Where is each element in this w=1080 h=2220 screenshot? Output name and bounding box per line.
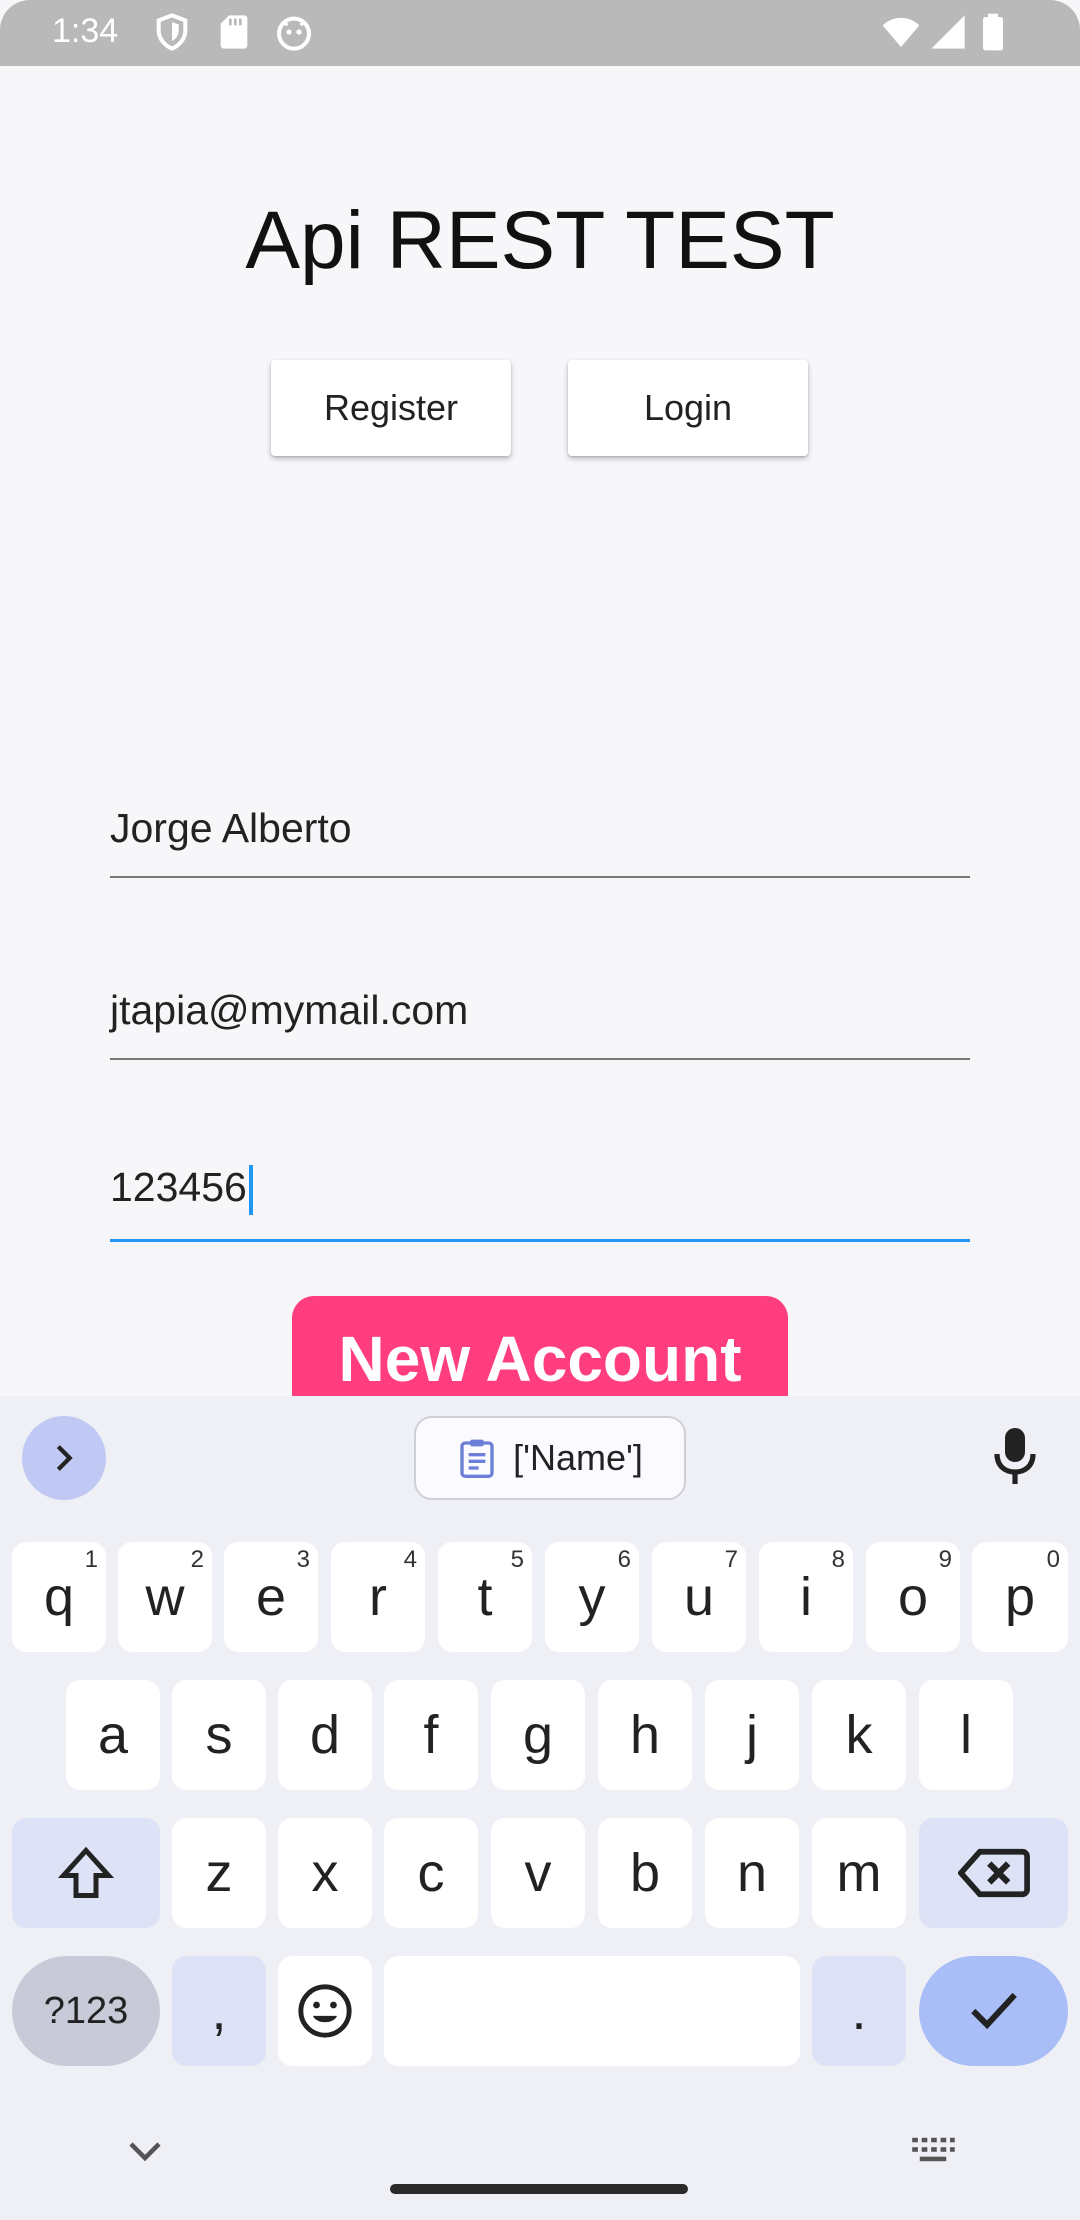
key-label: w [145,1567,185,1627]
wifi-icon [882,17,920,47]
key-hint: 0 [1046,1546,1060,1573]
key-q[interactable]: q1 [12,1542,106,1652]
key-label: r [369,1567,387,1627]
checkmark-icon [970,1992,1017,2030]
signal-icon [931,15,965,49]
name-field-value: Jorge Alberto [110,805,352,851]
key-l[interactable]: l [919,1680,1013,1790]
key-w[interactable]: w2 [118,1542,212,1652]
comma-key[interactable]: , [172,1956,266,2066]
enter-key[interactable] [919,1956,1068,2066]
key-k[interactable]: k [812,1680,906,1790]
key-label: u [683,1567,715,1627]
android-icon [277,16,311,51]
soft-keyboard: ['Name'] q1 w2 e3 r4 t5 y6 u7 i8 o9 p0 a… [0,1396,1080,2220]
backspace-icon [957,1848,1030,1898]
period-key[interactable]: . [812,1956,906,2066]
key-hint: 5 [510,1546,524,1573]
email-field[interactable]: jtapia@mymail.com [110,948,970,1060]
key-i[interactable]: i8 [759,1542,853,1652]
space-key[interactable] [384,1956,800,2066]
key-label: t [477,1567,493,1627]
gesture-nav-handle[interactable] [390,2184,688,2194]
key-label: y [578,1567,606,1627]
key-y[interactable]: y6 [545,1542,639,1652]
key-p[interactable]: p0 [972,1542,1068,1652]
chevron-right-icon [56,1445,73,1471]
key-b[interactable]: b [598,1818,692,1928]
shield-icon [156,13,188,51]
symbols-key[interactable]: ?123 [12,1956,160,2066]
key-d[interactable]: d [278,1680,372,1790]
key-h[interactable]: h [598,1680,692,1790]
password-field-wrap: 123456 [110,1164,253,1215]
text-cursor [248,1165,253,1215]
keyboard-expand-button[interactable] [22,1416,106,1500]
key-hint: 3 [296,1546,310,1573]
key-j[interactable]: j [705,1680,799,1790]
key-s[interactable]: s [172,1680,266,1790]
key-label: e [255,1567,287,1627]
key-hint: 2 [190,1546,204,1573]
key-z[interactable]: z [172,1818,266,1928]
key-v[interactable]: v [491,1818,585,1928]
key-t[interactable]: t5 [438,1542,532,1652]
login-button[interactable]: Login [568,360,808,456]
page-title: Api REST TEST [245,195,835,286]
key-hint: 9 [938,1546,952,1573]
key-f[interactable]: f [384,1680,478,1790]
clipboard-icon [460,1439,494,1478]
chevron-down-icon[interactable] [124,2136,166,2166]
key-r[interactable]: r4 [331,1542,425,1652]
key-label: p [1004,1567,1036,1627]
status-bar: 1:34 [0,0,1080,66]
key-hint: 4 [403,1546,417,1573]
key-u[interactable]: u7 [652,1542,746,1652]
key-x[interactable]: x [278,1818,372,1928]
shift-key[interactable] [12,1818,160,1928]
key-hint: 6 [617,1546,631,1573]
key-label: q [43,1567,75,1627]
clipboard-suggestion[interactable]: ['Name'] [414,1416,686,1500]
key-g[interactable]: g [491,1680,585,1790]
key-c[interactable]: c [384,1818,478,1928]
email-field-value: jtapia@mymail.com [110,987,469,1033]
microphone-icon[interactable] [990,1426,1040,1486]
password-field[interactable]: 123456 [110,1129,970,1242]
key-a[interactable]: a [66,1680,160,1790]
key-o[interactable]: o9 [866,1542,960,1652]
key-hint: 7 [724,1546,738,1573]
emoji-icon [298,1984,352,2038]
battery-icon [983,13,1003,51]
key-hint: 1 [84,1546,98,1573]
backspace-key[interactable] [919,1818,1068,1928]
key-e[interactable]: e3 [224,1542,318,1652]
sd-card-icon [220,15,248,49]
key-n[interactable]: n [705,1818,799,1928]
app-content: Api REST TEST Register Login Jorge Alber… [0,66,1080,1426]
register-button[interactable]: Register [271,360,511,456]
shift-icon [57,1846,115,1898]
status-time: 1:34 [52,12,119,50]
emoji-key[interactable] [278,1956,372,2066]
suggestion-text: ['Name'] [513,1437,643,1478]
key-m[interactable]: m [812,1818,906,1928]
password-field-value: 123456 [110,1163,247,1210]
key-label: i [800,1567,812,1627]
name-field[interactable]: Jorge Alberto [110,766,970,878]
keyboard-switch-icon[interactable] [910,2134,956,2168]
key-hint: 8 [831,1546,845,1573]
key-label: o [897,1567,929,1627]
